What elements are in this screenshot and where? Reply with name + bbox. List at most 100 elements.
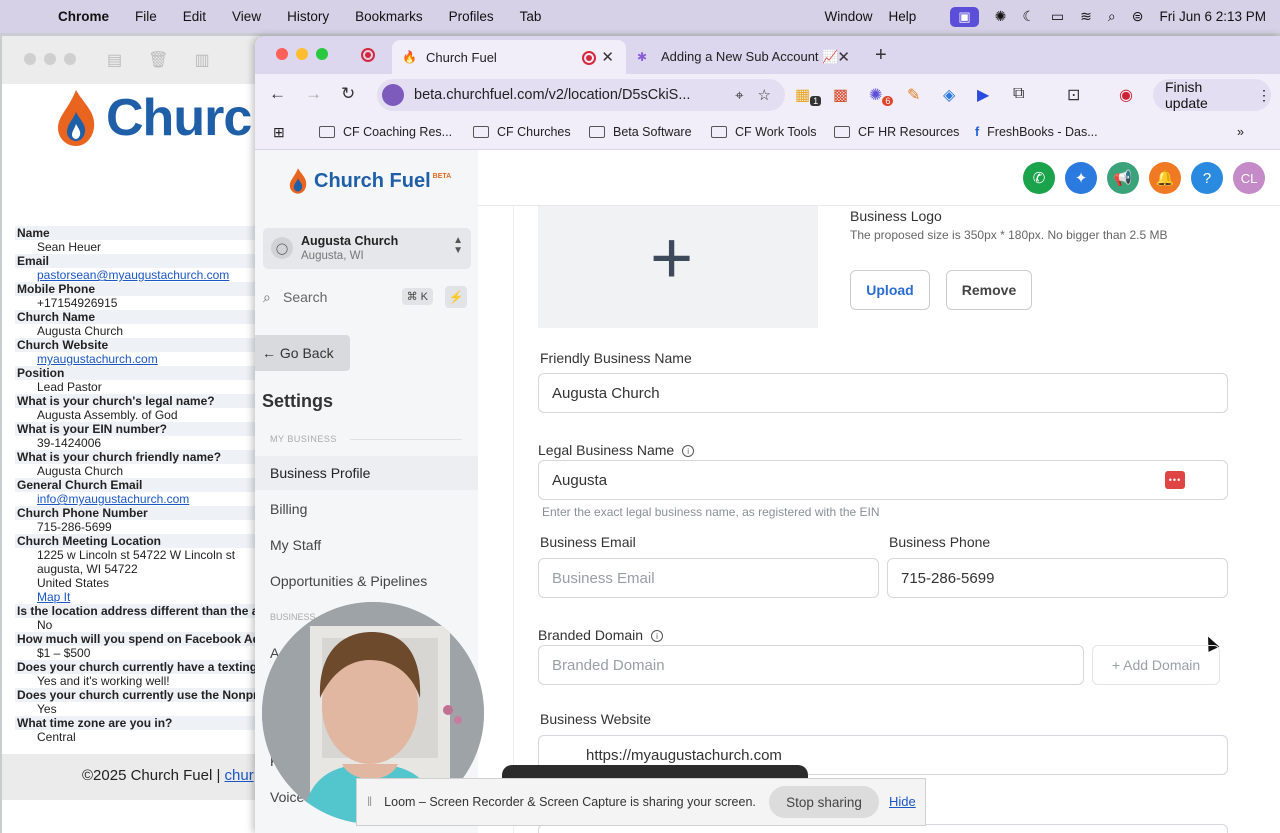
battery-icon[interactable]: ▭ bbox=[1051, 8, 1064, 25]
url-text[interactable]: beta.churchfuel.com/v2/location/D5sCkiS.… bbox=[414, 87, 735, 103]
branded-domain-input[interactable]: Branded Domain bbox=[538, 645, 1084, 685]
email-field-link[interactable]: myaugustachurch.com bbox=[15, 352, 260, 366]
extension-chart-icon[interactable]: ▩ bbox=[833, 85, 848, 105]
location-switcher[interactable]: ◯ Augusta Church Augusta, WI ▲ ▼ bbox=[263, 228, 471, 269]
junk-icon[interactable]: ▥ bbox=[194, 50, 209, 70]
help-icon[interactable]: ? bbox=[1191, 162, 1223, 194]
stop-sharing-button[interactable]: Stop sharing bbox=[769, 786, 879, 818]
finish-update-button[interactable]: Finish update ⋮ bbox=[1153, 79, 1271, 111]
email-field-value: Augusta Church bbox=[37, 464, 124, 478]
bookmark-item[interactable]: CF Work Tools bbox=[711, 125, 817, 139]
menubar-datetime[interactable]: Fri Jun 6 2:13 PM bbox=[1159, 9, 1266, 24]
extension-pen-icon[interactable]: ✎ bbox=[907, 85, 920, 105]
nav-billing[interactable]: Billing bbox=[255, 492, 478, 526]
menu-history[interactable]: History bbox=[287, 9, 329, 24]
search-icon[interactable]: ⌕ bbox=[1108, 8, 1116, 25]
moon-icon[interactable]: ☾ bbox=[1022, 8, 1035, 25]
close-tab-icon[interactable]: ✕ bbox=[601, 48, 614, 66]
email-field-link[interactable]: pastorsean@myaugustachurch.com bbox=[15, 268, 260, 282]
menu-help[interactable]: Help bbox=[889, 9, 917, 24]
screen-share-icon[interactable]: ▣ bbox=[950, 6, 979, 27]
phone-icon[interactable]: ✆ bbox=[1023, 162, 1055, 194]
new-tab-icon[interactable]: + bbox=[875, 44, 887, 67]
bookmark-item[interactable]: CF Churches bbox=[473, 125, 571, 139]
extensions-puzzle-icon[interactable]: ⧉ bbox=[1013, 85, 1024, 103]
archive-icon[interactable]: ▤ bbox=[107, 50, 122, 70]
password-manager-icon[interactable]: ••• bbox=[1165, 471, 1185, 489]
tab-search-icon[interactable]: ⊡ bbox=[1067, 85, 1080, 105]
close-dot[interactable] bbox=[24, 53, 36, 65]
bookmark-item[interactable]: CF HR Resources bbox=[834, 125, 959, 139]
menu-view[interactable]: View bbox=[232, 9, 261, 24]
go-back-button[interactable]: ← Go Back bbox=[255, 335, 350, 371]
location-pin-icon[interactable]: ⌖ bbox=[735, 87, 743, 104]
menu-profiles[interactable]: Profiles bbox=[449, 9, 494, 24]
menu-app[interactable]: Chrome bbox=[58, 9, 109, 24]
loom-icon[interactable]: ✺ bbox=[995, 8, 1007, 25]
extension-tag-icon[interactable]: ◈ bbox=[943, 85, 955, 105]
email-field-link[interactable]: info@myaugustachurch.com bbox=[15, 492, 260, 506]
forward-icon[interactable]: → bbox=[305, 84, 322, 104]
add-domain-button[interactable]: + Add Domain bbox=[1092, 645, 1220, 685]
ai-sparkle-icon[interactable]: ✦ bbox=[1065, 162, 1097, 194]
apps-grid-icon[interactable]: ⊞ bbox=[273, 124, 285, 141]
wifi-icon[interactable]: ≋ bbox=[1080, 8, 1092, 25]
notification-bell-icon[interactable]: 🔔 bbox=[1149, 162, 1181, 194]
remove-button[interactable]: Remove bbox=[946, 270, 1032, 310]
bookmark-item[interactable]: Beta Software bbox=[589, 125, 692, 139]
extension-badge-icon[interactable]: ✺ 6 bbox=[869, 85, 894, 107]
menu-edit[interactable]: Edit bbox=[183, 9, 206, 24]
quick-action-bolt-icon[interactable]: ⚡ bbox=[445, 286, 467, 308]
sidebar-search[interactable]: ⌕ Search ⌘ K bbox=[263, 284, 433, 310]
info-icon[interactable]: i bbox=[682, 445, 695, 457]
profile-avatar-icon[interactable]: ◉ bbox=[1119, 85, 1133, 105]
menu-bookmarks[interactable]: Bookmarks bbox=[355, 9, 423, 24]
menu-file[interactable]: File bbox=[135, 9, 157, 24]
extension-folder-icon[interactable]: ▦ 1 bbox=[795, 85, 822, 107]
email-field-link[interactable]: Map It bbox=[15, 590, 260, 604]
nav-opportunities-pipelines[interactable]: Opportunities & Pipelines bbox=[255, 564, 478, 598]
site-info-icon[interactable] bbox=[382, 84, 404, 106]
business-email-input[interactable]: Business Email bbox=[538, 558, 879, 598]
close-window-button[interactable] bbox=[276, 48, 288, 60]
address-bar[interactable]: beta.churchfuel.com/v2/location/D5sCkiS.… bbox=[377, 79, 785, 111]
menu-tab[interactable]: Tab bbox=[520, 9, 542, 24]
menu-window[interactable]: Window bbox=[825, 9, 873, 24]
bookmark-label: CF HR Resources bbox=[858, 125, 960, 139]
announcement-icon[interactable]: 📢 bbox=[1107, 162, 1139, 194]
more-menu-icon[interactable]: ⋮ bbox=[1257, 87, 1271, 104]
bookmark-star-icon[interactable]: ☆ bbox=[758, 86, 771, 104]
control-center-icon[interactable]: ⊜ bbox=[1132, 8, 1144, 25]
legal-name-input[interactable]: Augusta ••• bbox=[538, 460, 1228, 500]
extension-arrow-icon[interactable]: ▶ bbox=[977, 85, 989, 105]
friendly-name-input[interactable]: Augusta Church bbox=[538, 373, 1228, 413]
logo-title: Business Logo bbox=[850, 208, 942, 224]
user-avatar[interactable]: CL bbox=[1233, 162, 1265, 194]
nav-my-staff[interactable]: My Staff bbox=[255, 528, 478, 562]
email-logo: Churc bbox=[54, 88, 252, 148]
close-tab-icon[interactable]: ✕ bbox=[837, 48, 850, 66]
bookmarks-overflow-icon[interactable]: » bbox=[1237, 125, 1244, 139]
back-icon[interactable]: ← bbox=[269, 84, 286, 104]
logo-dropzone[interactable]: + bbox=[538, 206, 818, 328]
email-field-value: $1 – $500 bbox=[37, 646, 91, 660]
tab-sub-account[interactable]: ✱ Adding a New Sub Account 📈 ✕ bbox=[627, 40, 862, 74]
hide-link[interactable]: Hide bbox=[889, 794, 916, 809]
minimize-window-button[interactable] bbox=[296, 48, 308, 60]
bookmark-item[interactable]: f FreshBooks - Das... bbox=[975, 125, 1098, 139]
footer-link[interactable]: chur bbox=[225, 767, 254, 784]
upload-button[interactable]: Upload bbox=[850, 270, 930, 310]
search-icon: ⌕ bbox=[263, 288, 271, 305]
email-field-value: Sean Heuer bbox=[37, 240, 102, 254]
minimize-dot[interactable] bbox=[44, 53, 56, 65]
reload-icon[interactable]: ↻ bbox=[341, 84, 355, 104]
trash-icon[interactable]: 🗑 bbox=[148, 50, 168, 70]
nav-business-profile[interactable]: Business Profile bbox=[255, 456, 478, 490]
zoom-window-button[interactable] bbox=[316, 48, 328, 60]
business-phone-input[interactable]: 715-286-5699 bbox=[887, 558, 1228, 598]
zoom-dot[interactable] bbox=[64, 53, 76, 65]
bookmark-item[interactable]: CF Coaching Res... bbox=[319, 125, 452, 139]
drag-handle-icon[interactable]: ‖ bbox=[367, 795, 372, 809]
info-icon[interactable]: i bbox=[651, 630, 664, 642]
tab-church-fuel[interactable]: 🔥 Church Fuel ✕ bbox=[392, 40, 626, 74]
